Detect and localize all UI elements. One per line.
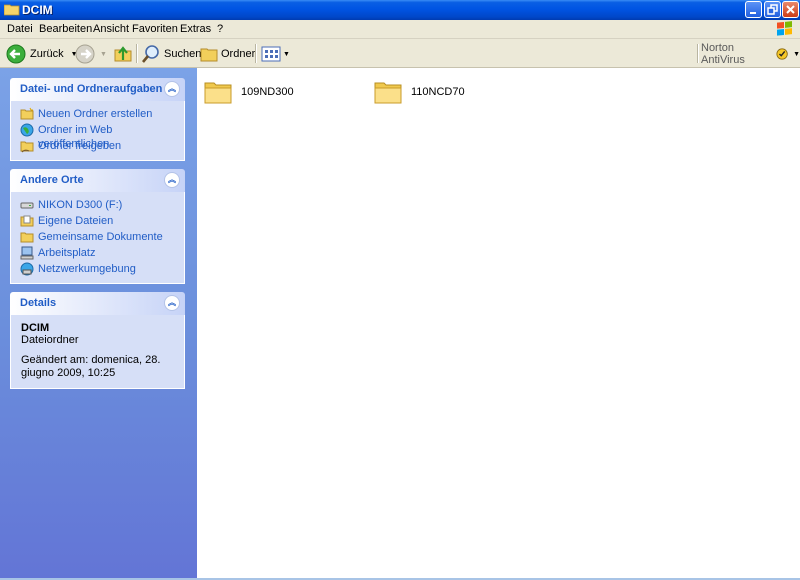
task-label: Ordner freigeben [38,140,122,152]
search-button[interactable]: Suchen [141,43,201,65]
my-documents-icon [20,215,34,227]
place-my-computer[interactable]: Arbeitsplatz [11,246,184,262]
menu-favoriten[interactable]: Favoriten [132,23,178,35]
close-icon [786,5,795,14]
menu-extras[interactable]: Extras [180,23,211,35]
norton-dropdown-icon[interactable]: ▼ [793,51,800,58]
place-network[interactable]: Netzwerkumgebung [11,262,184,278]
forward-dropdown-icon[interactable]: ▼ [100,51,107,58]
folder-icon [374,82,402,104]
search-icon [142,45,159,63]
task-publish-web[interactable]: Ordner im Web veröffentlichen [11,123,184,150]
window-title: DCIM [22,3,53,17]
details-panel: Details ︽ DCIM Dateiordner Geändert am: … [10,292,185,389]
forward-button[interactable]: ▼ [75,43,107,65]
back-button[interactable]: Zurück ▼ [6,43,78,65]
place-nikon-drive[interactable]: NIKON D300 (F:) [11,198,184,214]
details-folder-type: Dateiordner [21,334,79,346]
forward-arrow-icon [75,44,95,64]
other-places-header[interactable]: Andere Orte ︽ [10,169,185,192]
menu-bar: Datei Bearbeiten Ansicht Favoriten Extra… [0,20,800,39]
back-label: Zurück [30,48,64,60]
place-label: Gemeinsame Dokumente [38,231,163,243]
folder-name: 109ND300 [241,86,294,98]
folder-up-icon [114,46,132,62]
search-label: Suchen [164,48,202,60]
details-title: Details [20,297,57,309]
folders-button[interactable]: Ordner [199,43,255,65]
menu-datei[interactable]: Datei [7,23,33,35]
drive-icon [20,202,34,209]
place-shared-documents[interactable]: Gemeinsame Dokumente [11,230,184,246]
place-label: Netzwerkumgebung [38,263,136,275]
task-new-folder[interactable]: Neuen Ordner erstellen [11,107,184,123]
place-my-documents[interactable]: Eigene Dateien [11,214,184,230]
views-button[interactable]: ▼ [261,43,290,65]
place-label: Arbeitsplatz [38,247,96,259]
file-tasks-header[interactable]: Datei- und Ordneraufgaben ︽ [10,78,185,101]
minimize-button[interactable] [745,1,762,18]
views-dropdown-icon: ▼ [283,50,290,58]
share-folder-icon [20,141,34,153]
collapse-chevron-icon[interactable]: ︽ [164,172,180,188]
folders-icon [200,48,218,62]
details-header[interactable]: Details ︽ [10,292,185,315]
other-places-panel: Andere Orte ︽ NIKON D300 (F:) Eigene Dat… [10,169,185,284]
restore-icon [767,4,778,15]
task-pane: Datei- und Ordneraufgaben ︽ Neuen Ordner… [0,68,197,578]
task-label: Neuen Ordner erstellen [38,108,153,120]
toolbar-separator [255,44,256,63]
norton-label: Norton AntiVirus [701,42,745,66]
details-folder-name: DCIM [21,322,50,334]
minimize-icon [750,12,756,14]
toolbar-separator [136,44,137,63]
collapse-chevron-icon[interactable]: ︽ [164,81,180,97]
folders-label: Ordner [221,48,256,60]
my-computer-icon [20,246,34,260]
menu-bearbeiten[interactable]: Bearbeiten [39,23,92,35]
toolbar-separator [697,44,698,63]
menu-ansicht[interactable]: Ansicht [93,23,129,35]
task-share-folder[interactable]: Ordner freigeben [11,139,184,155]
windows-logo-icon [777,21,792,36]
folder-name: 110NCD70 [411,86,465,98]
close-button[interactable] [782,1,799,18]
new-folder-icon [20,107,34,120]
place-label: NIKON D300 (F:) [38,199,123,211]
norton-antivirus-button[interactable]: Norton AntiVirus ▼ [701,42,800,66]
restore-button[interactable] [764,1,781,18]
file-list-area[interactable]: 109ND300 110NCD70 [197,68,800,578]
file-tasks-panel: Datei- und Ordneraufgaben ︽ Neuen Ordner… [10,78,185,161]
folder-item[interactable]: 109ND300 [203,74,294,110]
folder-item[interactable]: 110NCD70 [373,74,465,110]
up-button[interactable] [113,43,133,65]
folder-icon [4,4,20,16]
folder-icon [204,82,232,104]
title-bar[interactable]: DCIM [0,0,800,20]
toolbar: Zurück ▼ ▼ Suchen Ordner ▼ Norton AntiVi… [0,39,800,68]
norton-icon [776,48,788,60]
network-icon [20,262,34,276]
views-icon [261,46,281,62]
file-tasks-title: Datei- und Ordneraufgaben [20,83,163,95]
details-modified-date: Geändert am: domenica, 28. giugno 2009, … [21,354,161,379]
back-arrow-icon [6,44,26,64]
shared-documents-icon [20,232,34,243]
menu-help[interactable]: ? [217,23,223,35]
other-places-title: Andere Orte [20,174,84,186]
web-publish-icon [20,123,34,137]
place-label: Eigene Dateien [38,215,114,227]
collapse-chevron-icon[interactable]: ︽ [164,295,180,311]
